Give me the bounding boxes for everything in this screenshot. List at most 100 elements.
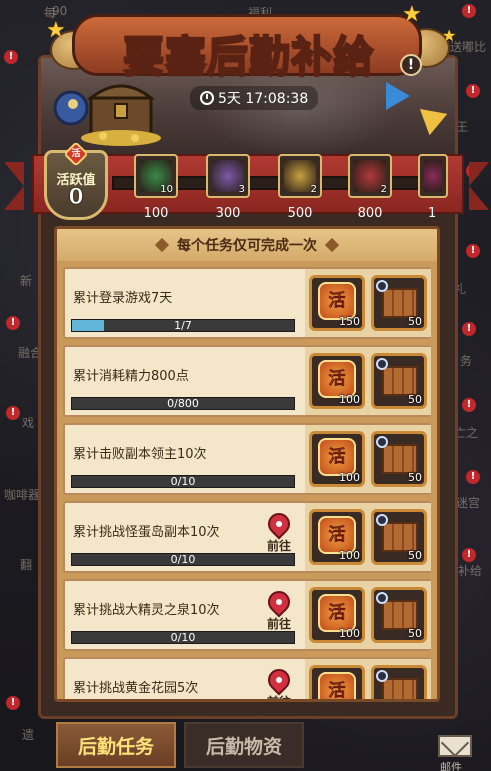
milestone-count: 2	[310, 184, 317, 195]
crate-icon	[382, 522, 418, 552]
mail-button[interactable]: 邮件	[438, 735, 474, 771]
clock-icon	[376, 436, 388, 448]
reward-count: 100	[339, 393, 360, 406]
activity-points-reward[interactable]: 活 100	[309, 431, 365, 487]
milestone-reward[interactable]: 10	[134, 154, 178, 198]
milestone-reward[interactable]: 3	[206, 154, 250, 198]
event-title: 要塞后勤补给 ★ ★ ★	[46, 2, 456, 81]
bottom-tabs: 后勤任务 后勤物资	[56, 722, 304, 771]
task-list-panel: 每个任务仅可完成一次 累计登录游戏7天 1/7 活 150 50 累计消耗精力800点 0/…	[54, 226, 440, 702]
reward-count: 50	[408, 549, 422, 562]
goto-label: 前往	[266, 617, 291, 631]
location-pin-icon	[263, 664, 295, 696]
milestone-count: 10	[160, 184, 173, 195]
crate-icon	[382, 444, 418, 474]
activity-points-reward[interactable]: 活	[309, 665, 365, 699]
reward-count: 150	[339, 315, 360, 328]
crate-icon	[382, 366, 418, 396]
reward-count: 100	[339, 549, 360, 562]
notification-badge: !	[6, 406, 20, 420]
clock-icon	[376, 358, 388, 370]
notification-badge: !	[462, 4, 476, 18]
supply-crate-reward[interactable]: 50	[371, 275, 427, 331]
crate-icon	[382, 678, 418, 699]
task-progress-text: 0/10	[170, 475, 196, 488]
task-row: 累计挑战怪蛋岛副本10次 0/10 前往活 100 50	[63, 501, 431, 573]
activity-points-reward[interactable]: 活 150	[309, 275, 365, 331]
milestone-threshold: 500	[287, 206, 313, 221]
task-name: 累计登录游戏7天	[73, 291, 173, 306]
task-row: 累计挑战大精灵之泉10次 0/10 前往活 100 50	[63, 579, 431, 651]
task-list-header: 每个任务仅可完成一次	[57, 229, 437, 261]
task-progress-bar: 1/7	[71, 319, 295, 332]
reward-item-icon	[424, 160, 442, 192]
countdown-text: 5天 17:08:38	[218, 91, 309, 107]
goto-button[interactable]: 前往	[261, 508, 297, 559]
supply-crate-reward[interactable]: 50	[371, 431, 427, 487]
mail-label: 邮件	[440, 761, 462, 771]
goto-button[interactable]: 前往	[261, 586, 297, 637]
supply-crate-reward[interactable]: 50	[371, 353, 427, 409]
notification-badge: !	[462, 548, 476, 562]
task-row: 累计挑战黄金花园5次 前往 活	[63, 657, 431, 699]
milestone-count: 2	[380, 184, 387, 195]
task-name: 累计挑战怪蛋岛副本10次	[73, 525, 220, 540]
task-rewards: 活 100 50	[305, 581, 431, 649]
title-main: 要塞后勤	[122, 31, 291, 81]
task-rewards: 活	[305, 659, 431, 699]
milestone-threshold: 800	[357, 206, 383, 221]
activity-ribbon: 10 100 3 300 2 500 2 800 1 活 活跃值 0	[4, 141, 489, 222]
treasure-chest-illustration	[53, 84, 161, 146]
background-fragment: 补给	[458, 564, 483, 578]
milestone-reward[interactable]: 2	[278, 154, 322, 198]
task-rewards: 活 100 50	[305, 425, 431, 493]
supply-crate-reward[interactable]: 50	[371, 587, 427, 643]
reward-count: 100	[339, 471, 360, 484]
background-fragment: 务	[460, 354, 473, 368]
activity-points-reward[interactable]: 活 100	[309, 587, 365, 643]
notification-badge: !	[466, 470, 480, 484]
activity-points-icon: 活	[318, 672, 356, 699]
reward-count: 50	[408, 315, 422, 328]
goto-label: 前往	[266, 539, 291, 553]
clock-icon	[376, 514, 388, 526]
reward-count: 50	[408, 393, 422, 406]
goto-button[interactable]: 前往	[261, 664, 297, 699]
mail-icon	[438, 735, 472, 757]
activity-points-reward[interactable]: 活 100	[309, 509, 365, 565]
task-row: 累计登录游戏7天 1/7 活 150 50	[63, 267, 431, 339]
tab-logistics-tasks[interactable]: 后勤任务	[56, 722, 176, 768]
milestone-reward[interactable]	[418, 154, 448, 198]
background-fragment: 新	[20, 274, 33, 288]
reward-count: 50	[408, 471, 422, 484]
background-fragment: 戏	[22, 416, 35, 430]
info-alert-icon[interactable]: !	[400, 54, 422, 76]
milestone-reward[interactable]: 2	[348, 154, 392, 198]
notification-badge: !	[6, 696, 20, 710]
activity-points-reward[interactable]: 活 100	[309, 353, 365, 409]
title-accent: 补给	[290, 31, 375, 81]
task-rewards: 活 150 50	[305, 269, 431, 337]
task-rewards: 活 100 50	[305, 503, 431, 571]
tab-logistics-supplies[interactable]: 后勤物资	[184, 722, 304, 768]
notification-badge: !	[462, 398, 476, 412]
notification-badge: !	[462, 322, 476, 336]
task-name: 累计挑战黄金花园5次	[73, 681, 199, 696]
star-icon: ★	[442, 26, 457, 45]
task-name: 累计消耗精力800点	[73, 369, 189, 384]
task-progress-text: 1/7	[174, 319, 192, 332]
supply-crate-reward[interactable]	[371, 665, 427, 699]
star-icon: ★	[402, 2, 422, 27]
background-fragment: 遗	[22, 728, 35, 742]
countdown-timer: 5天 17:08:38	[190, 86, 319, 110]
task-progress-bar: 0/800	[71, 397, 295, 410]
task-list-header-text: 每个任务仅可完成一次	[177, 238, 317, 254]
task-name: 累计击败副本领主10次	[73, 447, 207, 462]
diamond-icon	[324, 237, 340, 253]
task-progress-bar: 0/10	[71, 475, 295, 488]
milestone-threshold: 1	[428, 206, 437, 221]
clock-icon	[200, 91, 214, 105]
activity-value-badge: 活 活跃值 0	[44, 141, 108, 220]
supply-crate-reward[interactable]: 50	[371, 509, 427, 565]
task-name: 累计挑战大精灵之泉10次	[73, 603, 220, 618]
